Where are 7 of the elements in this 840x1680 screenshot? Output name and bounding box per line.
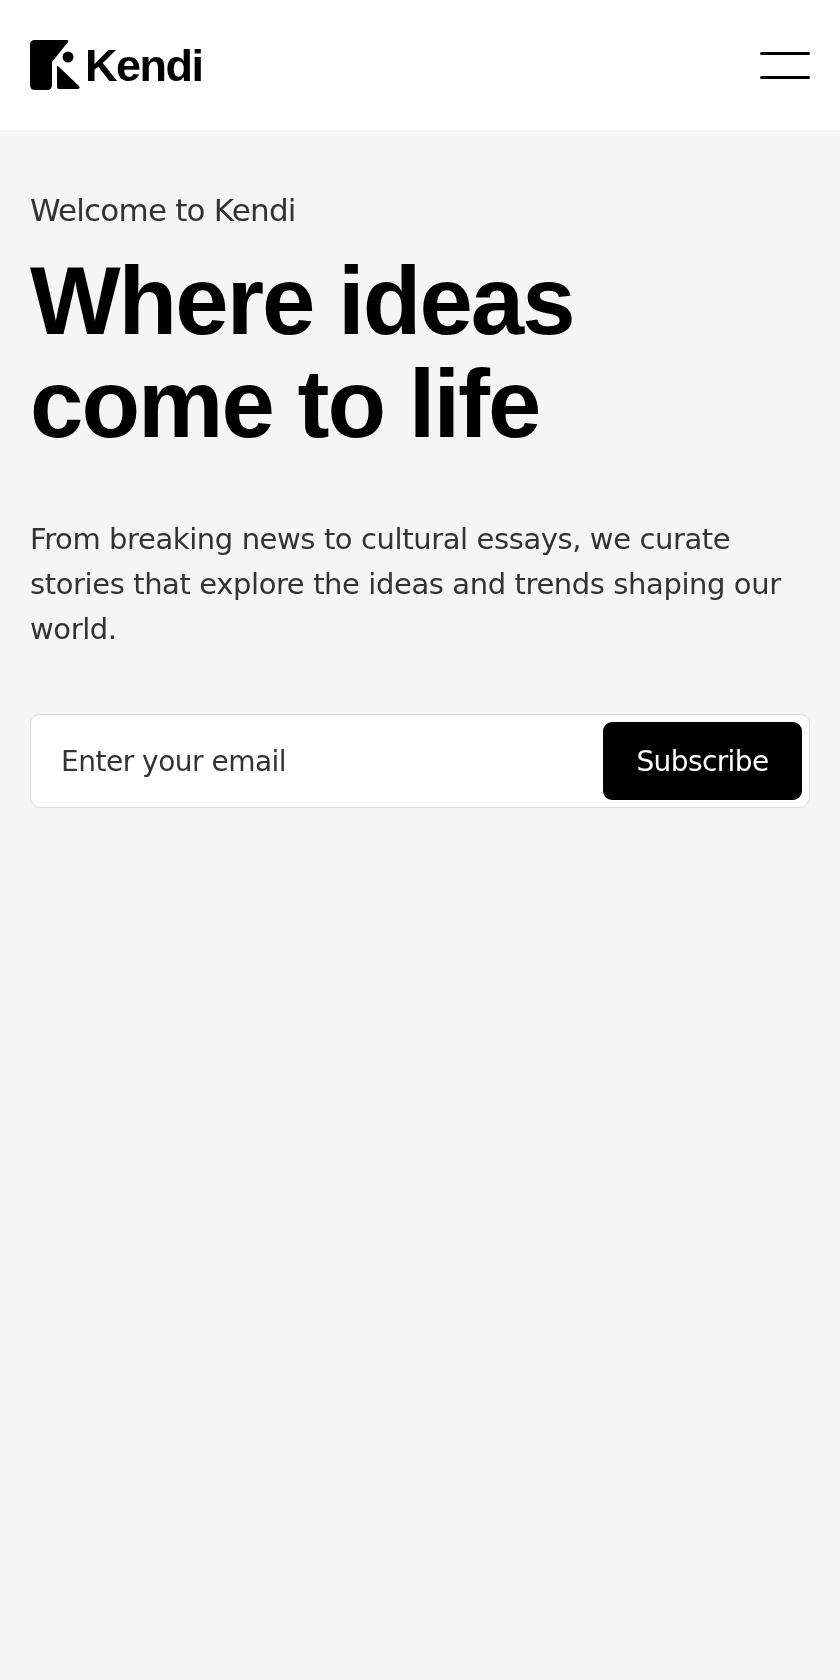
- hero-description: From breaking news to cultural essays, we curate stories that explore the ideas and trends shaping our world.: [30, 521, 783, 649]
- hero-heading: Where ideas come to life: [30, 249, 575, 456]
- menu-icon[interactable]: [760, 50, 810, 80]
- eyebrow-text: Welcome to Kendi: [30, 192, 297, 230]
- logo-icon: [30, 40, 80, 90]
- subscribe-button[interactable]: Subscribe: [603, 722, 802, 801]
- logo-text[interactable]: Kendi: [85, 42, 203, 88]
